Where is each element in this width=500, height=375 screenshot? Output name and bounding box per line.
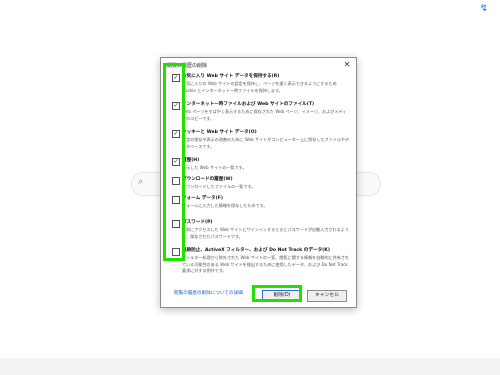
option-title: パスワード(P) <box>182 220 213 225</box>
option-description: 設定の保存や表示の改善のために Web サイトがコンピューター上に保存したファイ… <box>182 137 350 149</box>
close-icon[interactable]: ✕ <box>342 60 352 70</box>
option-description: フォームに入力した情報を保存したものです。 <box>182 203 268 208</box>
option-title: お気に入り Web サイト データを保持する(R) <box>182 74 280 79</box>
extension-icon[interactable]: ↯ <box>477 2 491 16</box>
option-title: クッキーと Web サイト データ(O) <box>182 130 257 135</box>
option-description: お気に入りの Web サイトの設定を保持し、ページを速く表示できるようにするため… <box>182 81 337 93</box>
checkbox-column-highlight <box>163 63 185 261</box>
search-icon: ⌕ <box>138 177 144 187</box>
option-description: Web ページをすばやく表示するために保存された Web ページ、イメージ、およ… <box>182 109 347 121</box>
option-description: フィルター処理から除外された Web サイトの一覧、閲覧に関する情報を自動的に共… <box>182 255 350 274</box>
option-title: フォーム データ(F) <box>182 196 223 201</box>
option-title: ダウンロードの履歴(W) <box>182 177 233 182</box>
option-description: 表示した Web サイトの一覧です。 <box>182 165 247 170</box>
page-footer <box>0 358 500 375</box>
option-description: ダウンロードしたファイルの一覧です。 <box>182 184 256 189</box>
cancel-button[interactable]: キャンセル <box>307 290 347 302</box>
option-title: インターネット一時ファイルおよび Web サイトのファイル(T) <box>182 102 315 107</box>
delete-button-highlight <box>252 285 302 302</box>
help-link[interactable]: 閲覧の履歴の削除についての詳細 <box>174 290 243 296</box>
delete-browsing-history-dialog: 閲覧の履歴の削除 ✕ ✓ お気に入り Web サイト データを保持する(R) お… <box>160 57 357 308</box>
option-description: 以前にアクセスした Web サイトにサインインするときにパスワードが自動入力され… <box>182 227 349 239</box>
option-title: 追跡防止、ActiveX フィルター、および Do Not Track のデータ… <box>182 248 330 253</box>
